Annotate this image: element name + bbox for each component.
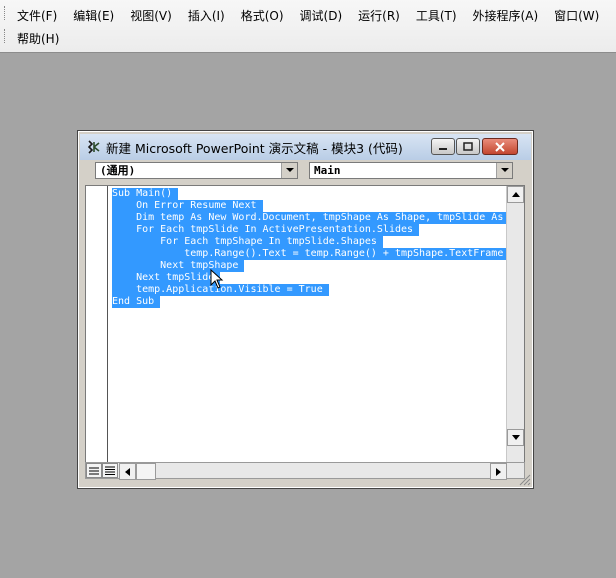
selected-code-text: End Sub — [112, 296, 161, 308]
arrow-down-icon — [511, 435, 520, 440]
selected-code-text: temp.Range().Text = temp.Range() + tmpSh… — [112, 248, 506, 260]
minimize-button[interactable] — [431, 138, 455, 155]
title-bar[interactable]: 新建 Microsoft PowerPoint 演示文稿 - 模块3 (代码) — [80, 134, 531, 160]
procedure-view-button[interactable] — [86, 463, 102, 478]
selected-code-text: For Each tmpShape In tmpSlide.Shapes — [112, 236, 383, 248]
toolbar-grip[interactable] — [4, 29, 8, 43]
scroll-right-button[interactable] — [490, 463, 507, 480]
full-module-view-icon — [105, 466, 115, 475]
menu-item[interactable]: 帮助(H) — [9, 29, 67, 49]
code-line[interactable]: temp.Application.Visible = True — [112, 284, 506, 296]
code-line[interactable]: temp.Range().Text = temp.Range() + tmpSh… — [112, 248, 506, 260]
restore-icon — [463, 142, 473, 151]
menu-item[interactable]: 调试(D) — [292, 6, 351, 26]
menu-bar: 文件(F) 编辑(E) 视图(V) 插入(I) 格式(O) 调试(D) 运行(R) 工具(T)… — [0, 0, 616, 53]
chevron-down-icon[interactable] — [281, 163, 297, 178]
code-line[interactable]: Sub Main() — [112, 188, 506, 200]
menu-item[interactable]: 运行(R) — [350, 6, 408, 26]
selected-code-text: For Each tmpSlide In ActivePresentation.… — [112, 224, 420, 236]
horizontal-scroll-thumb[interactable] — [136, 463, 156, 480]
code-line[interactable]: Next tmpSlide — [112, 272, 506, 284]
code-line[interactable]: For Each tmpSlide In ActivePresentation.… — [112, 224, 506, 236]
menu-row: 帮助(H) — [9, 28, 67, 50]
procedure-combo-value: Main — [314, 164, 341, 177]
restore-button[interactable] — [456, 138, 480, 155]
arrow-right-icon — [496, 467, 501, 476]
selected-code-text: On Error Resume Next — [112, 200, 263, 212]
code-line[interactable]: On Error Resume Next — [112, 200, 506, 212]
toolbar-grip[interactable] — [4, 6, 8, 20]
code-window: 新建 Microsoft PowerPoint 演示文稿 - 模块3 (代码) … — [77, 130, 534, 489]
resize-grip-icon[interactable] — [519, 474, 531, 486]
scroll-down-button[interactable] — [507, 429, 524, 446]
selected-code-text: Sub Main() — [112, 188, 179, 200]
mouse-cursor-icon — [210, 269, 224, 289]
vertical-scrollbar[interactable] — [506, 186, 524, 462]
procedure-view-icon — [89, 467, 99, 474]
procedure-combo[interactable]: Main — [309, 162, 513, 179]
chevron-down-icon[interactable] — [496, 163, 512, 178]
code-editor[interactable]: Sub Main() On Error Resume Next Dim temp… — [85, 185, 525, 463]
menu-row: 文件(F) 编辑(E) 视图(V) 插入(I) 格式(O) 调试(D) 运行(R) 工具(T)… — [9, 5, 607, 27]
menu-item[interactable]: 工具(T) — [408, 6, 465, 26]
code-line[interactable]: Dim temp As New Word.Document, tmpShape … — [112, 212, 506, 224]
selected-code-text: Next tmpSlide — [112, 272, 221, 284]
object-combo[interactable]: (通用) — [95, 162, 298, 179]
window-title: 新建 Microsoft PowerPoint 演示文稿 - 模块3 (代码) — [106, 140, 403, 156]
scroll-left-button[interactable] — [119, 463, 136, 480]
code-line[interactable] — [112, 308, 506, 320]
code-line[interactable]: Next tmpShape — [112, 260, 506, 272]
menu-item[interactable]: 窗口(W) — [546, 6, 607, 26]
menu-item[interactable]: 文件(F) — [9, 6, 65, 26]
menu-item[interactable]: 视图(V) — [122, 6, 180, 26]
scroll-up-button[interactable] — [507, 186, 524, 203]
arrow-left-icon — [125, 467, 130, 476]
code-line[interactable]: For Each tmpShape In tmpSlide.Shapes — [112, 236, 506, 248]
menu-item[interactable]: 编辑(E) — [65, 6, 122, 26]
object-combo-value: (通用) — [100, 164, 136, 177]
close-button[interactable] — [482, 138, 518, 155]
selected-code-text: Next tmpShape — [112, 260, 245, 272]
arrow-up-icon — [511, 192, 520, 197]
code-text[interactable]: Sub Main() On Error Resume Next Dim temp… — [112, 188, 506, 320]
menu-item[interactable]: 外接程序(A) — [465, 6, 547, 26]
close-icon — [495, 141, 505, 152]
code-module-icon — [87, 140, 100, 154]
horizontal-scrollbar[interactable] — [85, 462, 525, 480]
menu-item[interactable]: 插入(I) — [180, 6, 233, 26]
full-module-view-button[interactable] — [102, 463, 118, 478]
code-line[interactable]: End Sub — [112, 296, 506, 308]
selected-code-text: Dim temp As New Word.Document, tmpShape … — [112, 212, 506, 224]
margin-indicator-bar[interactable] — [86, 186, 108, 462]
menu-item[interactable]: 格式(O) — [233, 6, 292, 26]
minimize-icon — [439, 147, 447, 150]
